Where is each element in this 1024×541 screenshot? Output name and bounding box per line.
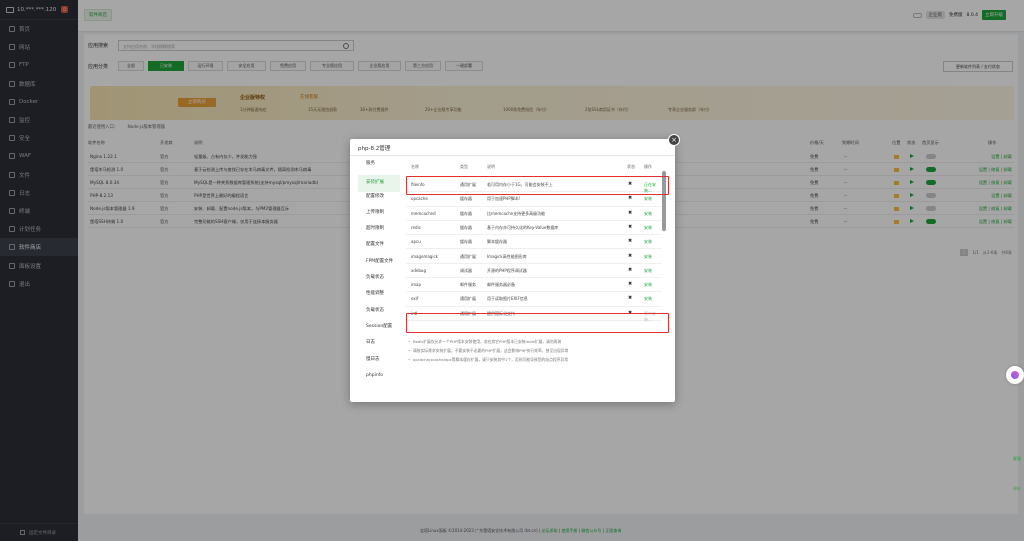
note-item: 请按实际需求安装扩展，不要安装不必要的PHP扩展，这会影响PHP执行效率，甚至出…: [408, 348, 668, 354]
extension-name: redis: [411, 224, 421, 230]
install-button[interactable]: 安装: [644, 211, 652, 217]
extension-name: opcache: [411, 196, 428, 202]
install-button[interactable]: 安装: [644, 296, 652, 302]
status-x-icon: ✖: [628, 223, 633, 230]
extension-type: 调试器: [460, 267, 472, 273]
dialog-nav-item[interactable]: 安装扩展: [358, 175, 400, 192]
extension-row: exif 通用扩展 用于读取图片EXIF信息 ✖ 安装: [406, 292, 662, 307]
dialog-nav-item[interactable]: phpinfo: [358, 371, 400, 387]
dialog-nav-item[interactable]: 配置文件: [358, 240, 400, 256]
extension-type: 缓存器: [460, 196, 472, 202]
extension-row: apcu 缓存器 脚本缓存器 ✖ 安装: [406, 235, 662, 250]
dialog-nav-item[interactable]: 服务: [358, 159, 400, 175]
pingjia-label: 评价: [1013, 486, 1021, 491]
app-root: 10.***.***.120 0 首页 网站 FTP 数据库 Docker 监控 安全 WAF…: [0, 0, 1024, 541]
extension-row: memcached 缓存器 比memcache支持更多高级功能 ✖ 安装: [406, 207, 662, 221]
status-x-icon: ✖: [628, 295, 633, 302]
status-x-icon: ✖: [628, 281, 633, 288]
dialog-nav-item[interactable]: 日志: [358, 338, 400, 354]
php-manage-dialog: php-8.2管理 × 服务 安装扩展 配置修改 上传限制 超时限制 配置文件 FPM配置文…: [350, 134, 680, 402]
customer-service-button[interactable]: 客服: [1011, 456, 1023, 462]
dialog-nav-item[interactable]: 慢日志: [358, 355, 400, 371]
close-icon[interactable]: ×: [668, 134, 680, 146]
extension-row: imagemagick 通用扩展 Imagick高性能图形库 ✖ 安装: [406, 250, 662, 264]
install-button[interactable]: 安装: [644, 268, 652, 274]
extension-name: exif: [411, 296, 419, 302]
extension-header: 类型: [460, 164, 468, 169]
extension-name: imap: [411, 282, 421, 288]
dialog-nav-item[interactable]: Session配置: [358, 322, 400, 338]
dialog-nav-item[interactable]: 配置修改: [358, 192, 400, 208]
status-x-icon: ✖: [628, 209, 633, 216]
dialog-title: php-8.2管理: [358, 146, 391, 152]
dialog-nav-item[interactable]: 负载状态: [358, 306, 400, 322]
extension-header: 说明: [487, 164, 495, 169]
status-x-icon: ✖: [628, 252, 633, 259]
feedback-button[interactable]: 评价: [1011, 486, 1023, 492]
extension-header: 操作: [644, 164, 652, 169]
extension-type: 邮件服务: [460, 282, 476, 288]
install-button[interactable]: 安装: [644, 239, 652, 245]
dialog-divider: [350, 155, 675, 156]
extension-desc: 邮件服务器必备: [487, 282, 515, 288]
extension-name: memcached: [411, 210, 436, 216]
status-x-icon: ✖: [628, 266, 633, 273]
extension-desc: Imagick高性能图形库: [487, 253, 527, 259]
status-x-icon: ✖: [628, 195, 633, 202]
install-button[interactable]: 安装: [644, 282, 652, 288]
extension-notes: Redis扩展仅允许一个PHP版本安装使用，若在其它PHP版本已安装redis扩…: [408, 339, 668, 367]
highlight-fileinfo: [406, 176, 669, 195]
extension-desc: 用于读取图片EXIF信息: [487, 296, 528, 302]
extension-type: 缓存器: [460, 210, 472, 216]
extension-header: 状态: [627, 164, 635, 169]
install-button[interactable]: 安装: [644, 225, 652, 231]
assistant-icon[interactable]: [1006, 366, 1024, 384]
dialog-nav-item[interactable]: 负载状态: [358, 273, 400, 289]
extension-name: xdebug: [411, 267, 426, 273]
kefu-label: 客服: [1013, 456, 1021, 461]
extension-name: imagemagick: [411, 253, 438, 259]
dialog-nav: 服务 安装扩展 配置修改 上传限制 超时限制 配置文件 FPM配置文件 负载状态 性能调整 负载状…: [358, 159, 400, 387]
extension-row: imap 邮件服务 邮件服务器必备 ✖ 安装: [406, 278, 662, 293]
install-button[interactable]: 安装: [644, 254, 652, 260]
highlight-intl: [406, 313, 669, 333]
dialog-nav-item[interactable]: 性能调整: [358, 289, 400, 305]
dialog-nav-item[interactable]: 上传限制: [358, 208, 400, 224]
extension-desc: 用于加速PHP脚本!: [487, 196, 521, 202]
extension-desc: 开源的PHP程序调试器: [487, 267, 527, 273]
extension-header: 名称: [411, 164, 419, 169]
extension-type: 缓存器: [460, 224, 472, 230]
extension-type: 缓存器: [460, 239, 472, 245]
install-button[interactable]: 安装: [644, 196, 652, 202]
extension-row: xdebug 调试器 开源的PHP程序调试器 ✖ 安装: [406, 264, 662, 279]
note-item: Redis扩展仅允许一个PHP版本安装使用，若在其它PHP版本已安装redis扩…: [408, 339, 668, 345]
extension-desc: 基于内存亦可持久化的Key-Value数据库: [487, 224, 559, 230]
note-item: opcache/xcache/apc等脚本缓存扩展，请只安装其中1个，否则可能导…: [408, 357, 668, 363]
dialog-nav-item[interactable]: FPM配置文件: [358, 257, 400, 273]
status-x-icon: ✖: [628, 238, 633, 245]
extension-name: apcu: [411, 239, 421, 245]
extension-desc: 比memcache支持更多高级功能: [487, 210, 546, 216]
extension-row: redis 缓存器 基于内存亦可持久化的Key-Value数据库 ✖ 安装: [406, 221, 662, 236]
extension-desc: 脚本缓存器: [487, 239, 507, 245]
extension-type: 通用扩展: [460, 296, 476, 302]
dialog-nav-item[interactable]: 超时限制: [358, 224, 400, 240]
extension-type: 通用扩展: [460, 253, 476, 259]
